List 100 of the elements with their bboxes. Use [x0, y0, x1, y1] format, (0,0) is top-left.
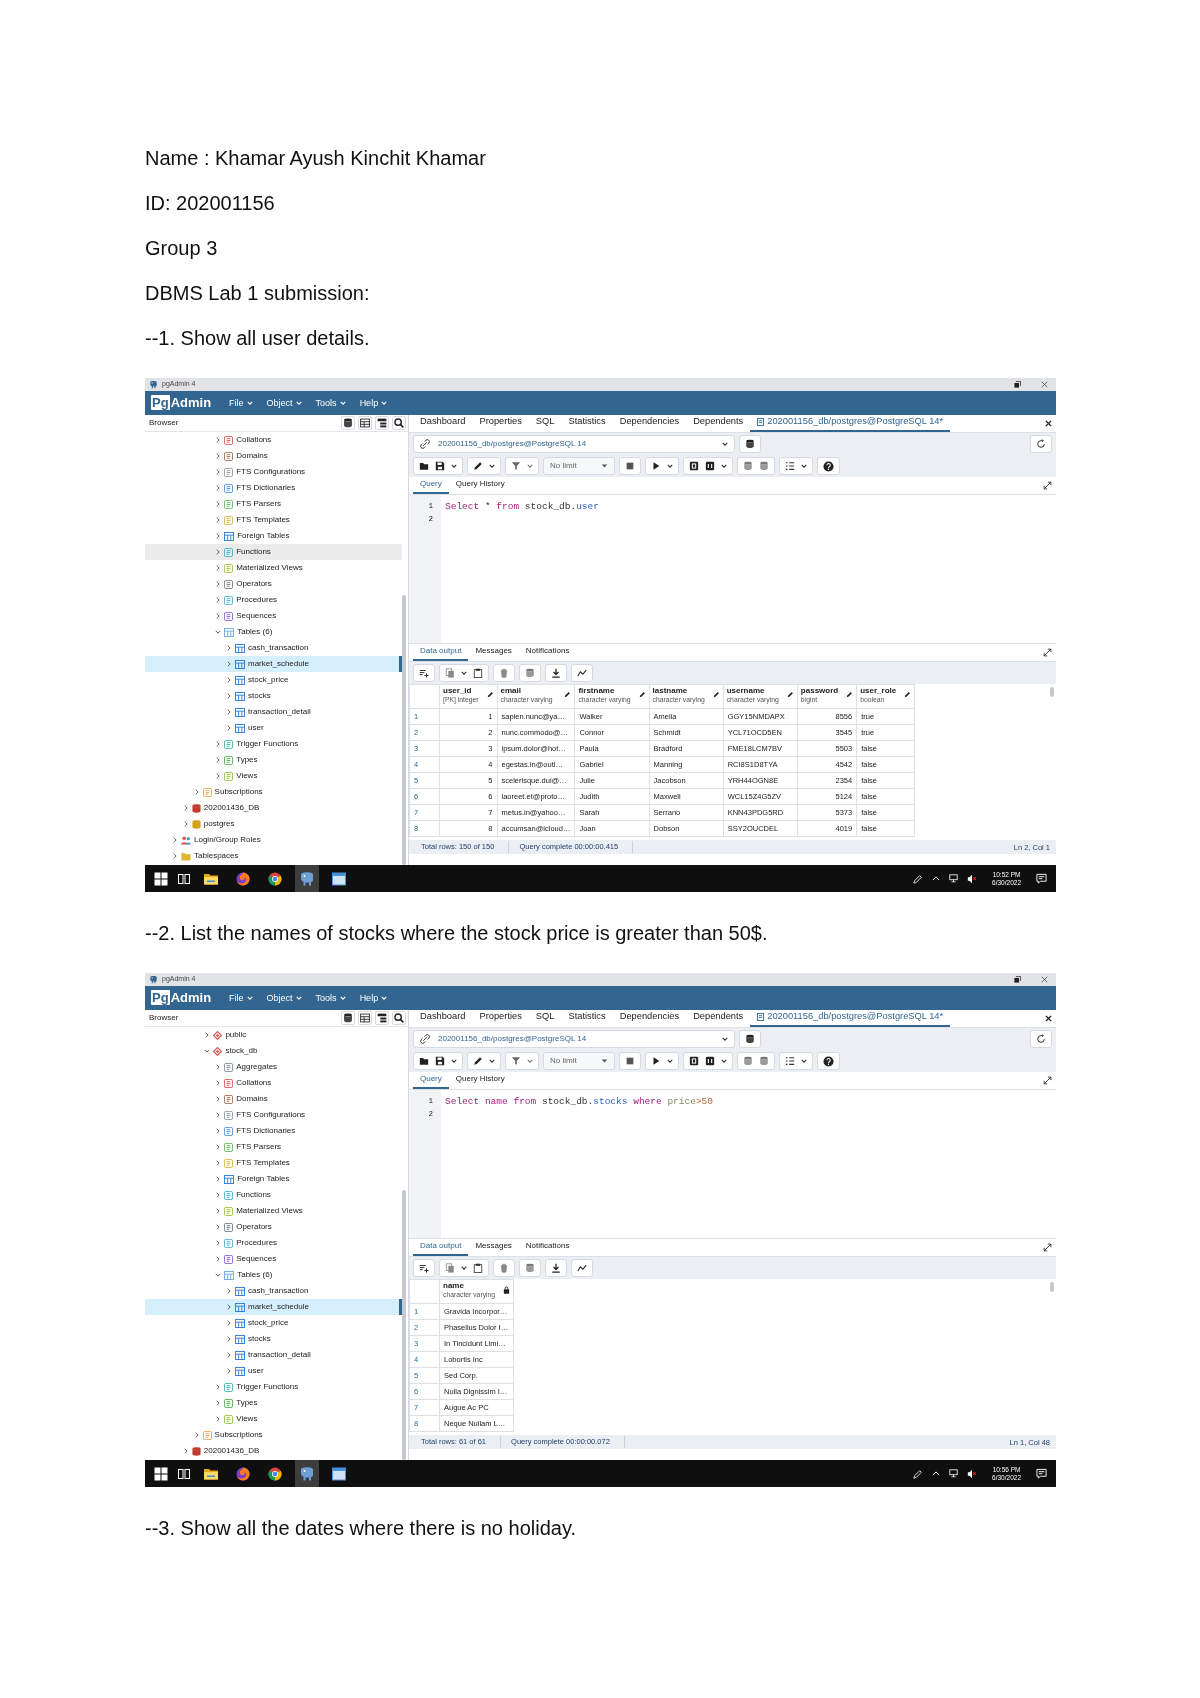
expand-icon[interactable]	[1043, 1076, 1052, 1085]
pen-icon[interactable]	[913, 873, 924, 884]
chevron-right-icon[interactable]	[183, 805, 188, 811]
reset-icon[interactable]	[1036, 439, 1046, 449]
chevron-right-icon[interactable]	[227, 725, 231, 731]
tree-item[interactable]: Subscriptions	[145, 784, 402, 800]
tree-item[interactable]: stocks	[145, 688, 402, 704]
chevron-right-icon[interactable]	[216, 1192, 221, 1198]
square-icon[interactable]	[705, 461, 715, 471]
start-icon[interactable]	[153, 1466, 168, 1481]
tree-item[interactable]: Sequences	[145, 608, 402, 624]
trash-icon[interactable]	[499, 1263, 509, 1273]
caret-icon[interactable]	[461, 671, 467, 675]
chevron-right-icon[interactable]	[205, 1032, 210, 1038]
browser-icon[interactable]	[268, 1466, 282, 1481]
tree-item[interactable]: stock_db	[145, 1043, 402, 1059]
window-icon[interactable]	[332, 871, 346, 886]
chevron-right-icon[interactable]	[216, 1160, 221, 1166]
caret-icon[interactable]	[451, 1059, 457, 1063]
square-icon[interactable]	[705, 1056, 715, 1066]
chevron-right-icon[interactable]	[216, 1096, 221, 1102]
notification-icon[interactable]	[1036, 873, 1047, 884]
task-view-icon[interactable]	[176, 1466, 191, 1481]
chevron-right-icon[interactable]	[216, 757, 221, 763]
chevron-right-icon[interactable]	[216, 741, 221, 747]
menu-button[interactable]: Help	[359, 992, 388, 1004]
menu-button[interactable]: Help	[359, 397, 388, 409]
tab[interactable]: Messages	[468, 1238, 519, 1256]
tree-item[interactable]: postgres	[145, 816, 402, 832]
caret-icon[interactable]	[489, 464, 495, 468]
help-icon[interactable]	[823, 1055, 834, 1067]
tab[interactable]: Notifications	[518, 1238, 577, 1256]
search-icon[interactable]	[392, 1011, 406, 1025]
tree-item[interactable]: Materialized Views	[145, 1203, 402, 1219]
close-icon[interactable]	[1045, 420, 1052, 427]
pen-icon[interactable]	[913, 1468, 924, 1479]
tree-item[interactable]: Trigger Functions	[145, 736, 402, 752]
tab[interactable]: Dependents	[686, 1009, 751, 1027]
tab[interactable]: Statistics	[561, 1009, 613, 1027]
chevron-right-icon[interactable]	[216, 1416, 221, 1422]
tree-item[interactable]: Views	[145, 768, 402, 784]
tree-item[interactable]: Functions	[145, 1187, 402, 1203]
tree-item[interactable]: transaction_detail	[145, 704, 402, 720]
notification-icon[interactable]	[1036, 1468, 1047, 1479]
tree-item[interactable]: Operators	[145, 576, 402, 592]
database-icon[interactable]	[341, 1011, 355, 1025]
tree-item[interactable]: public	[145, 1027, 402, 1043]
chevron-right-icon[interactable]	[216, 1176, 221, 1182]
database-icon[interactable]	[745, 439, 755, 449]
chevron-right-icon[interactable]	[216, 1080, 221, 1086]
tree-item[interactable]: Materialized Views	[145, 560, 402, 576]
stop-icon[interactable]	[625, 461, 635, 471]
stop-icon[interactable]	[625, 1056, 635, 1066]
tree-item[interactable]: Subscriptions	[145, 1427, 402, 1443]
chevron-down-icon[interactable]	[215, 1273, 222, 1277]
tree-item[interactable]: Tables (6)	[145, 1267, 402, 1283]
chevron-right-icon[interactable]	[216, 453, 221, 459]
chevron-right-icon[interactable]	[216, 1144, 221, 1150]
tree-item[interactable]: Foreign Tables	[145, 528, 402, 544]
connection-select[interactable]: 202001156_db/postgres@PostgreSQL 14	[413, 1030, 735, 1048]
caret-icon[interactable]	[489, 1059, 495, 1063]
chevron-right-icon[interactable]	[216, 1400, 221, 1406]
tree-item[interactable]: 202001436_DB	[145, 1443, 402, 1459]
row-limit-select[interactable]: No limit	[543, 1052, 615, 1070]
menu-button[interactable]: Object	[266, 992, 302, 1004]
chevron-right-icon[interactable]	[216, 549, 221, 555]
pencil-icon[interactable]	[712, 691, 720, 699]
tree-item[interactable]: market_schedule	[145, 1299, 402, 1315]
tree-item[interactable]: cash_transaction	[145, 1283, 402, 1299]
trash-icon[interactable]	[499, 668, 509, 678]
tree-item[interactable]: stock_price	[145, 1315, 402, 1331]
caret-icon[interactable]	[667, 1059, 673, 1063]
tree-item[interactable]: Types	[145, 1395, 402, 1411]
chevron-right-icon[interactable]	[216, 1256, 221, 1262]
elephant-icon[interactable]	[295, 1460, 319, 1487]
chevron-right-icon[interactable]	[216, 773, 221, 779]
chart-icon[interactable]	[577, 668, 587, 678]
chevron-right-icon[interactable]	[216, 613, 221, 619]
caret-icon[interactable]	[461, 1266, 467, 1270]
expand-icon[interactable]	[1043, 1243, 1052, 1252]
chevron-right-icon[interactable]	[227, 1368, 231, 1374]
caret-icon[interactable]	[451, 464, 457, 468]
chevron-right-icon[interactable]	[194, 789, 199, 795]
tree-item[interactable]: FTS Templates	[145, 512, 402, 528]
tree-item[interactable]: Procedures	[145, 592, 402, 608]
tab[interactable]: Statistics	[561, 414, 613, 432]
chevron-right-icon[interactable]	[227, 1352, 231, 1358]
chevron-right-icon[interactable]	[227, 709, 231, 715]
reset-icon[interactable]	[1036, 1034, 1046, 1044]
tree-item[interactable]: user	[145, 720, 402, 736]
chevron-right-icon[interactable]	[216, 597, 221, 603]
filter-icon[interactable]	[511, 1056, 521, 1066]
square-icon[interactable]	[689, 1056, 699, 1066]
pencil-icon[interactable]	[473, 1056, 483, 1066]
caret-icon[interactable]	[721, 464, 727, 468]
tab[interactable]: Dashboard	[413, 1009, 473, 1027]
chevron-right-icon[interactable]	[183, 1448, 188, 1454]
tree-item[interactable]: Tables (6)	[145, 624, 402, 640]
tree-item[interactable]: FTS Configurations	[145, 464, 402, 480]
save-icon[interactable]	[435, 461, 445, 471]
